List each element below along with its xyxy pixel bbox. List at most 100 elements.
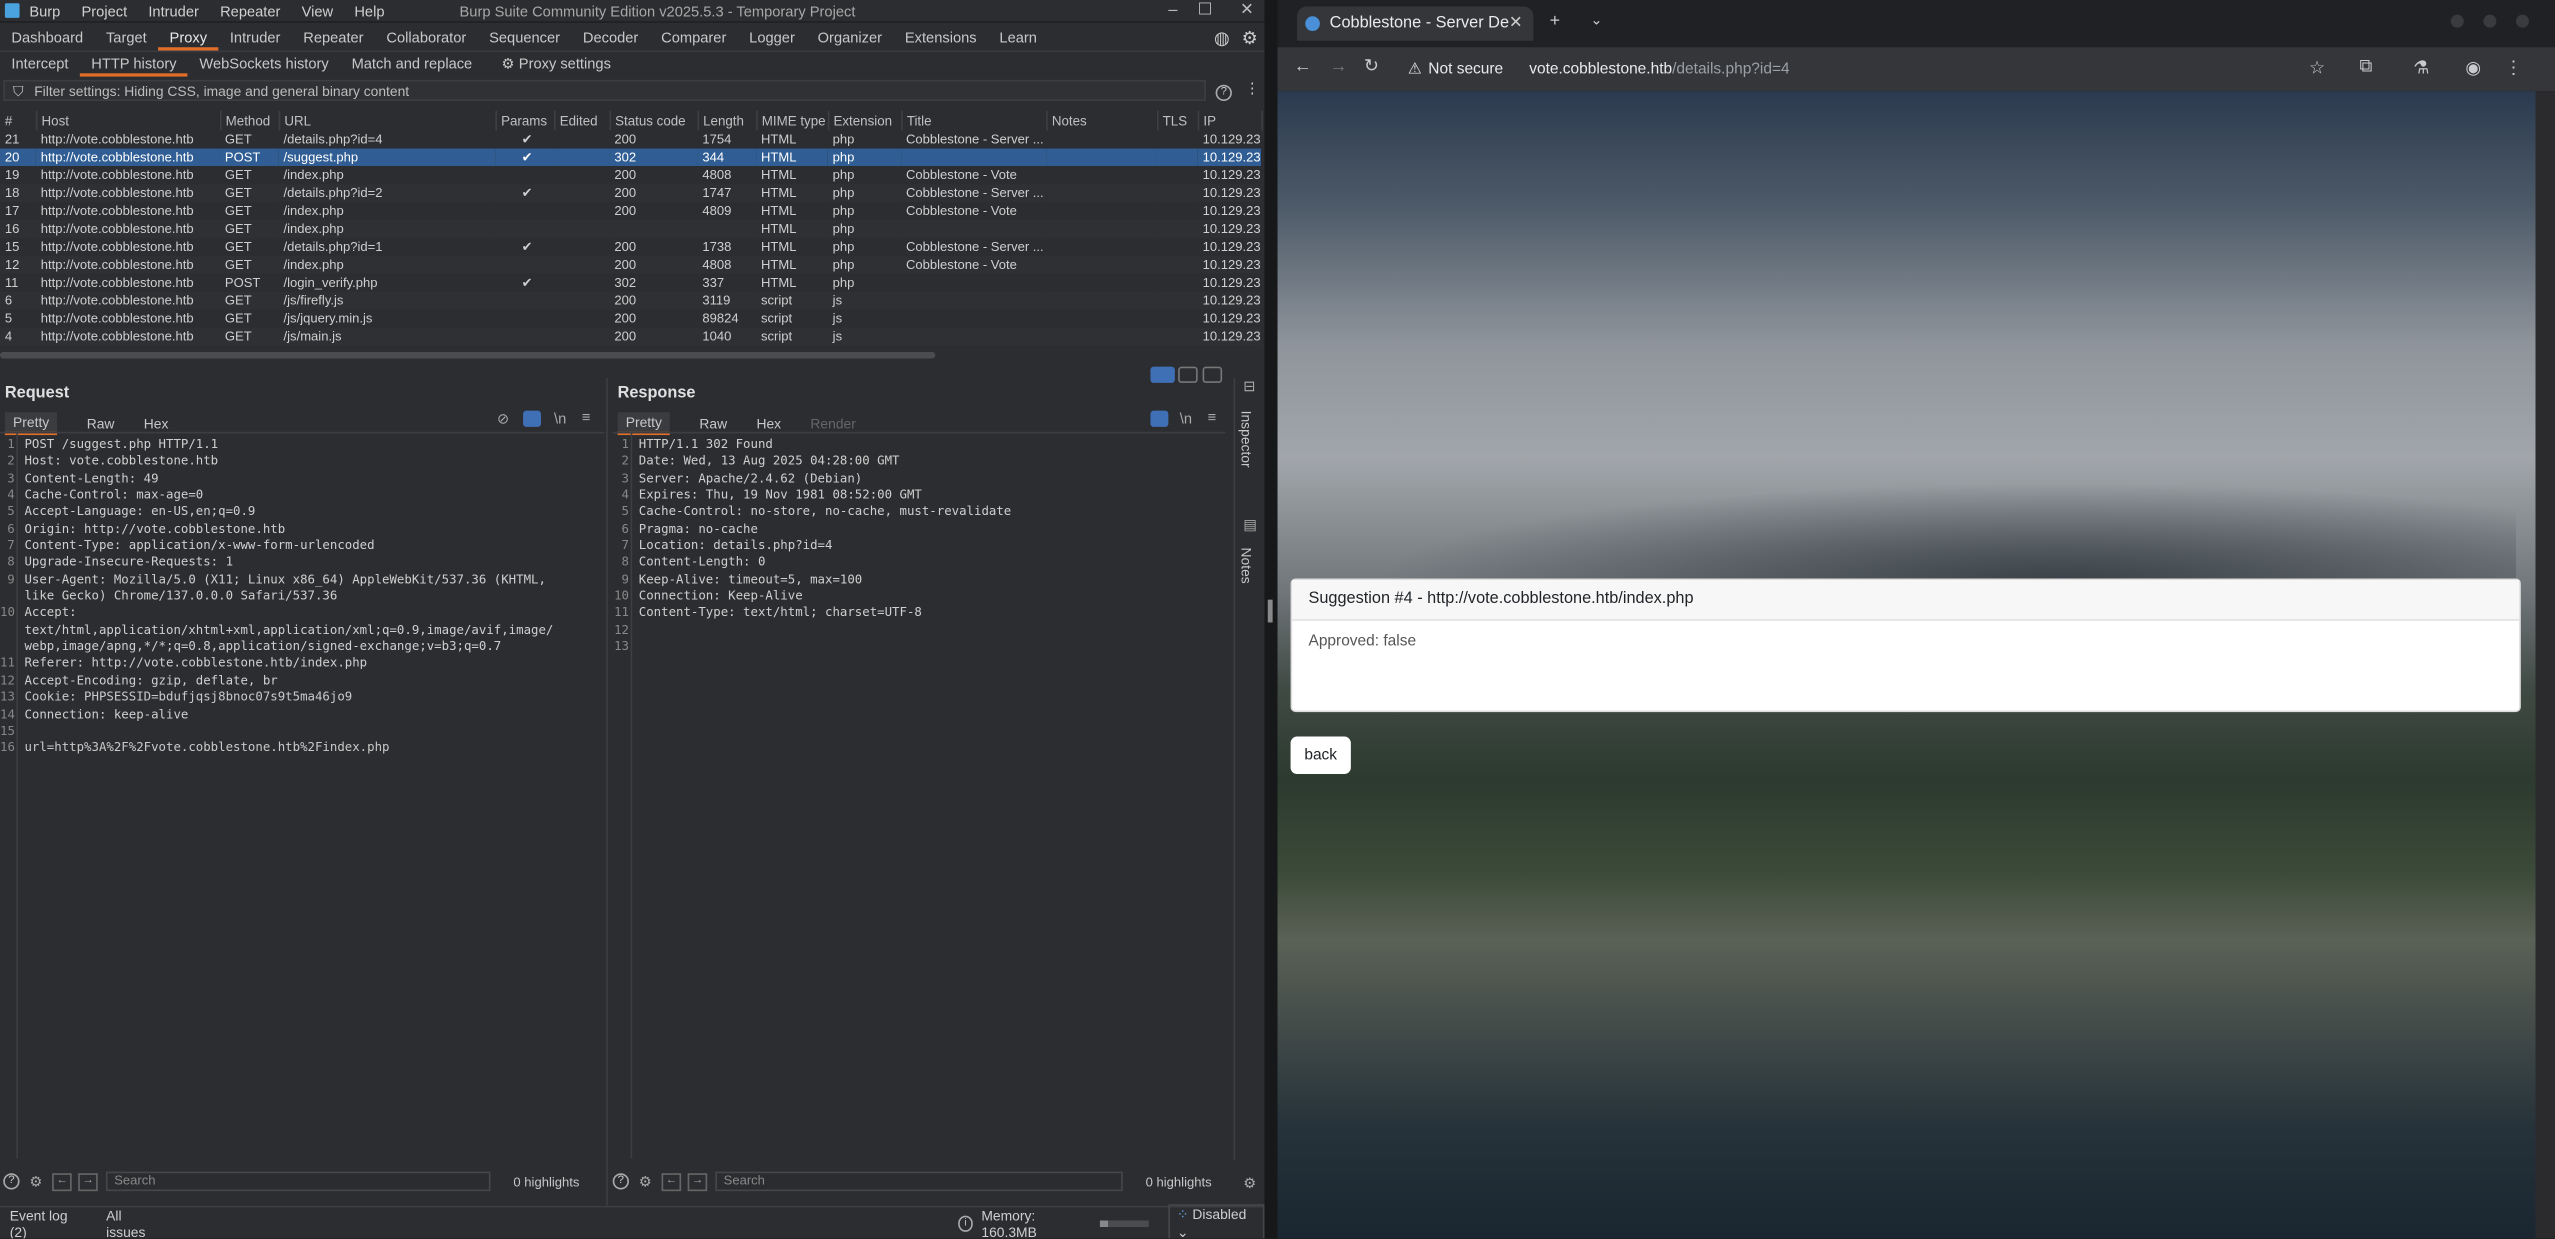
menu-icon[interactable]: ≡ [582, 409, 591, 425]
notes-tab[interactable]: Notes [1238, 548, 1254, 584]
menu-icon[interactable]: ≡ [1207, 409, 1216, 425]
back-icon[interactable]: ← [1294, 57, 1312, 77]
table-row[interactable]: 15 http://vote.cobblestone.htb GET/details… [0, 238, 1261, 256]
column-header[interactable]: MIME type [756, 110, 829, 131]
gear-icon[interactable]: ⚙ [1242, 28, 1258, 49]
tab-target[interactable]: Target [95, 26, 159, 50]
tab-intruder[interactable]: Intruder [218, 26, 291, 50]
tab-comparer[interactable]: Comparer [650, 26, 738, 50]
tab-http-history[interactable]: HTTP history [79, 51, 189, 76]
column-header[interactable]: Length [697, 110, 757, 131]
tab-organizer[interactable]: Organizer [806, 26, 893, 50]
browser-menu-icon[interactable]: ⋮ [2505, 57, 2523, 79]
all-issues-link[interactable]: All issues [106, 1207, 161, 1239]
table-row[interactable]: 19 http://vote.cobblestone.htb GET/index.p… [0, 166, 1261, 184]
single-view-icon[interactable] [1202, 366, 1223, 383]
column-header[interactable]: Host [35, 110, 221, 131]
disabled-dropdown[interactable]: ⁘ Disabled ⌄ [1168, 1203, 1265, 1239]
subtab-render[interactable]: Render [810, 416, 855, 432]
notes-icon[interactable]: ▤ [1243, 517, 1257, 535]
settings-icon[interactable]: ⚙ [29, 1172, 42, 1190]
tab-match-and-replace[interactable]: Match and replace [340, 51, 483, 75]
horizontal-scrollbar[interactable] [0, 351, 936, 359]
split-view-icon[interactable] [1150, 366, 1175, 383]
settings-icon[interactable]: ⚙ [639, 1172, 652, 1190]
settings-icon[interactable]: ⚙ [1243, 1175, 1256, 1193]
column-header[interactable]: IP [1197, 110, 1263, 131]
table-row[interactable]: 20 http://vote.cobblestone.htb POST/sugges… [0, 148, 1262, 167]
browser-tab[interactable]: Cobblestone - Server De ✕ [1297, 6, 1534, 41]
table-row[interactable]: 6 http://vote.cobblestone.htb GET/js/firef… [0, 291, 1262, 310]
page-scrollbar[interactable] [2535, 91, 2555, 1239]
not-secure-label[interactable]: Not secure [1428, 54, 1503, 85]
table-row[interactable]: 5 http://vote.cobblestone.htb GET/js/jquer… [0, 310, 1261, 328]
subtab-raw[interactable]: Raw [87, 416, 115, 432]
forward-arrow-icon[interactable]: → [687, 1172, 708, 1191]
minimize-icon[interactable]: – [1168, 2, 1177, 20]
inspector-icon[interactable]: ⊟ [1243, 378, 1255, 396]
filter-bar[interactable]: ⛉ Filter settings: Hiding CSS, image and… [3, 79, 1206, 102]
tab-extensions[interactable]: Extensions [893, 26, 988, 50]
globe-icon[interactable]: ◍ [1214, 28, 1230, 49]
more-icon[interactable]: ⋮ [1245, 80, 1260, 98]
minimize-icon[interactable] [2450, 14, 2464, 28]
request-editor[interactable]: 1 POST /suggest.php HTTP/1.1 2 Host: vote.c… [0, 431, 605, 1159]
forward-arrow-icon[interactable]: → [78, 1172, 98, 1191]
profile-icon[interactable]: ◉ [2465, 57, 2481, 79]
column-header[interactable]: Edited [554, 110, 611, 131]
forward-icon[interactable]: → [1330, 57, 1348, 77]
response-editor[interactable]: 1 HTTP/1.1 302 Found 2 Date: Wed, 13 Aug 20… [612, 431, 1226, 1159]
menu-view[interactable]: View [302, 2, 334, 18]
request-search-input[interactable]: Search [106, 1171, 491, 1192]
url-field[interactable]: ⚠ Not secure vote.cobblestone.htb/detail… [1391, 53, 2435, 85]
labs-icon[interactable]: ⚗ [2413, 57, 2429, 79]
hide-icon[interactable]: ⊘ [497, 411, 509, 429]
tab-proxy-settings[interactable]: ⚙ Proxy settings [490, 51, 622, 75]
reload-icon[interactable]: ↻ [1364, 55, 1379, 77]
wrap-icon[interactable] [523, 410, 541, 427]
wrap-icon[interactable] [1150, 410, 1169, 427]
subtab-hex[interactable]: Hex [144, 416, 169, 432]
column-header[interactable]: Status code [609, 110, 699, 131]
column-header[interactable]: Title [901, 110, 1047, 131]
help-icon[interactable]: ? [612, 1173, 629, 1190]
resize-handle[interactable] [1267, 599, 1273, 623]
column-header[interactable]: # [0, 110, 37, 131]
tab-learn[interactable]: Learn [988, 26, 1048, 50]
table-row[interactable]: 17 http://vote.cobblestone.htb GET/index.p… [0, 202, 1261, 220]
tab-collaborator[interactable]: Collaborator [375, 26, 478, 50]
close-icon[interactable]: ✕ [1240, 2, 1254, 20]
menu-project[interactable]: Project [82, 2, 128, 18]
tab-list-icon[interactable]: ⌄ [1590, 11, 1602, 29]
maximize-icon[interactable]: ☐ [1198, 2, 1213, 20]
pane-divider[interactable] [606, 378, 608, 1206]
column-header[interactable]: Notes [1046, 110, 1158, 131]
menu-intruder[interactable]: Intruder [148, 2, 199, 18]
column-header[interactable]: Method [219, 110, 280, 131]
table-row[interactable]: 4 http://vote.cobblestone.htb GET/js/main.… [0, 327, 1262, 346]
new-tab-icon[interactable]: + [1550, 11, 1560, 31]
response-search-input[interactable]: Search [715, 1171, 1123, 1192]
column-header[interactable]: URL [278, 110, 497, 131]
tab-repeater[interactable]: Repeater [292, 26, 375, 50]
table-row[interactable]: 12 http://vote.cobblestone.htb GET/index.p… [0, 255, 1262, 274]
maximize-icon[interactable] [2483, 14, 2497, 28]
column-header[interactable]: TLS [1156, 110, 1199, 131]
tab-dashboard[interactable]: Dashboard [0, 26, 95, 50]
menu-burp[interactable]: Burp [29, 2, 60, 18]
column-header[interactable]: Extension [827, 110, 902, 131]
back-arrow-icon[interactable]: ← [661, 1172, 682, 1191]
close-icon[interactable] [2515, 14, 2529, 28]
tab-proxy[interactable]: Proxy [158, 26, 219, 51]
tab-websockets-history[interactable]: WebSockets history [188, 51, 340, 75]
help-icon[interactable]: ? [3, 1173, 20, 1190]
extensions-icon[interactable]: ⧉ [2360, 57, 2373, 78]
table-row[interactable]: 21 http://vote.cobblestone.htb GET/details… [0, 130, 1261, 148]
tab-logger[interactable]: Logger [738, 26, 806, 50]
horizontal-view-icon[interactable] [1178, 366, 1198, 383]
table-row[interactable]: 11 http://vote.cobblestone.htb POST/login_… [0, 274, 1261, 292]
tab-close-icon[interactable]: ✕ [1509, 7, 1523, 41]
menu-repeater[interactable]: Repeater [220, 2, 280, 18]
back-arrow-icon[interactable]: ← [52, 1172, 72, 1191]
tab-decoder[interactable]: Decoder [571, 26, 649, 50]
